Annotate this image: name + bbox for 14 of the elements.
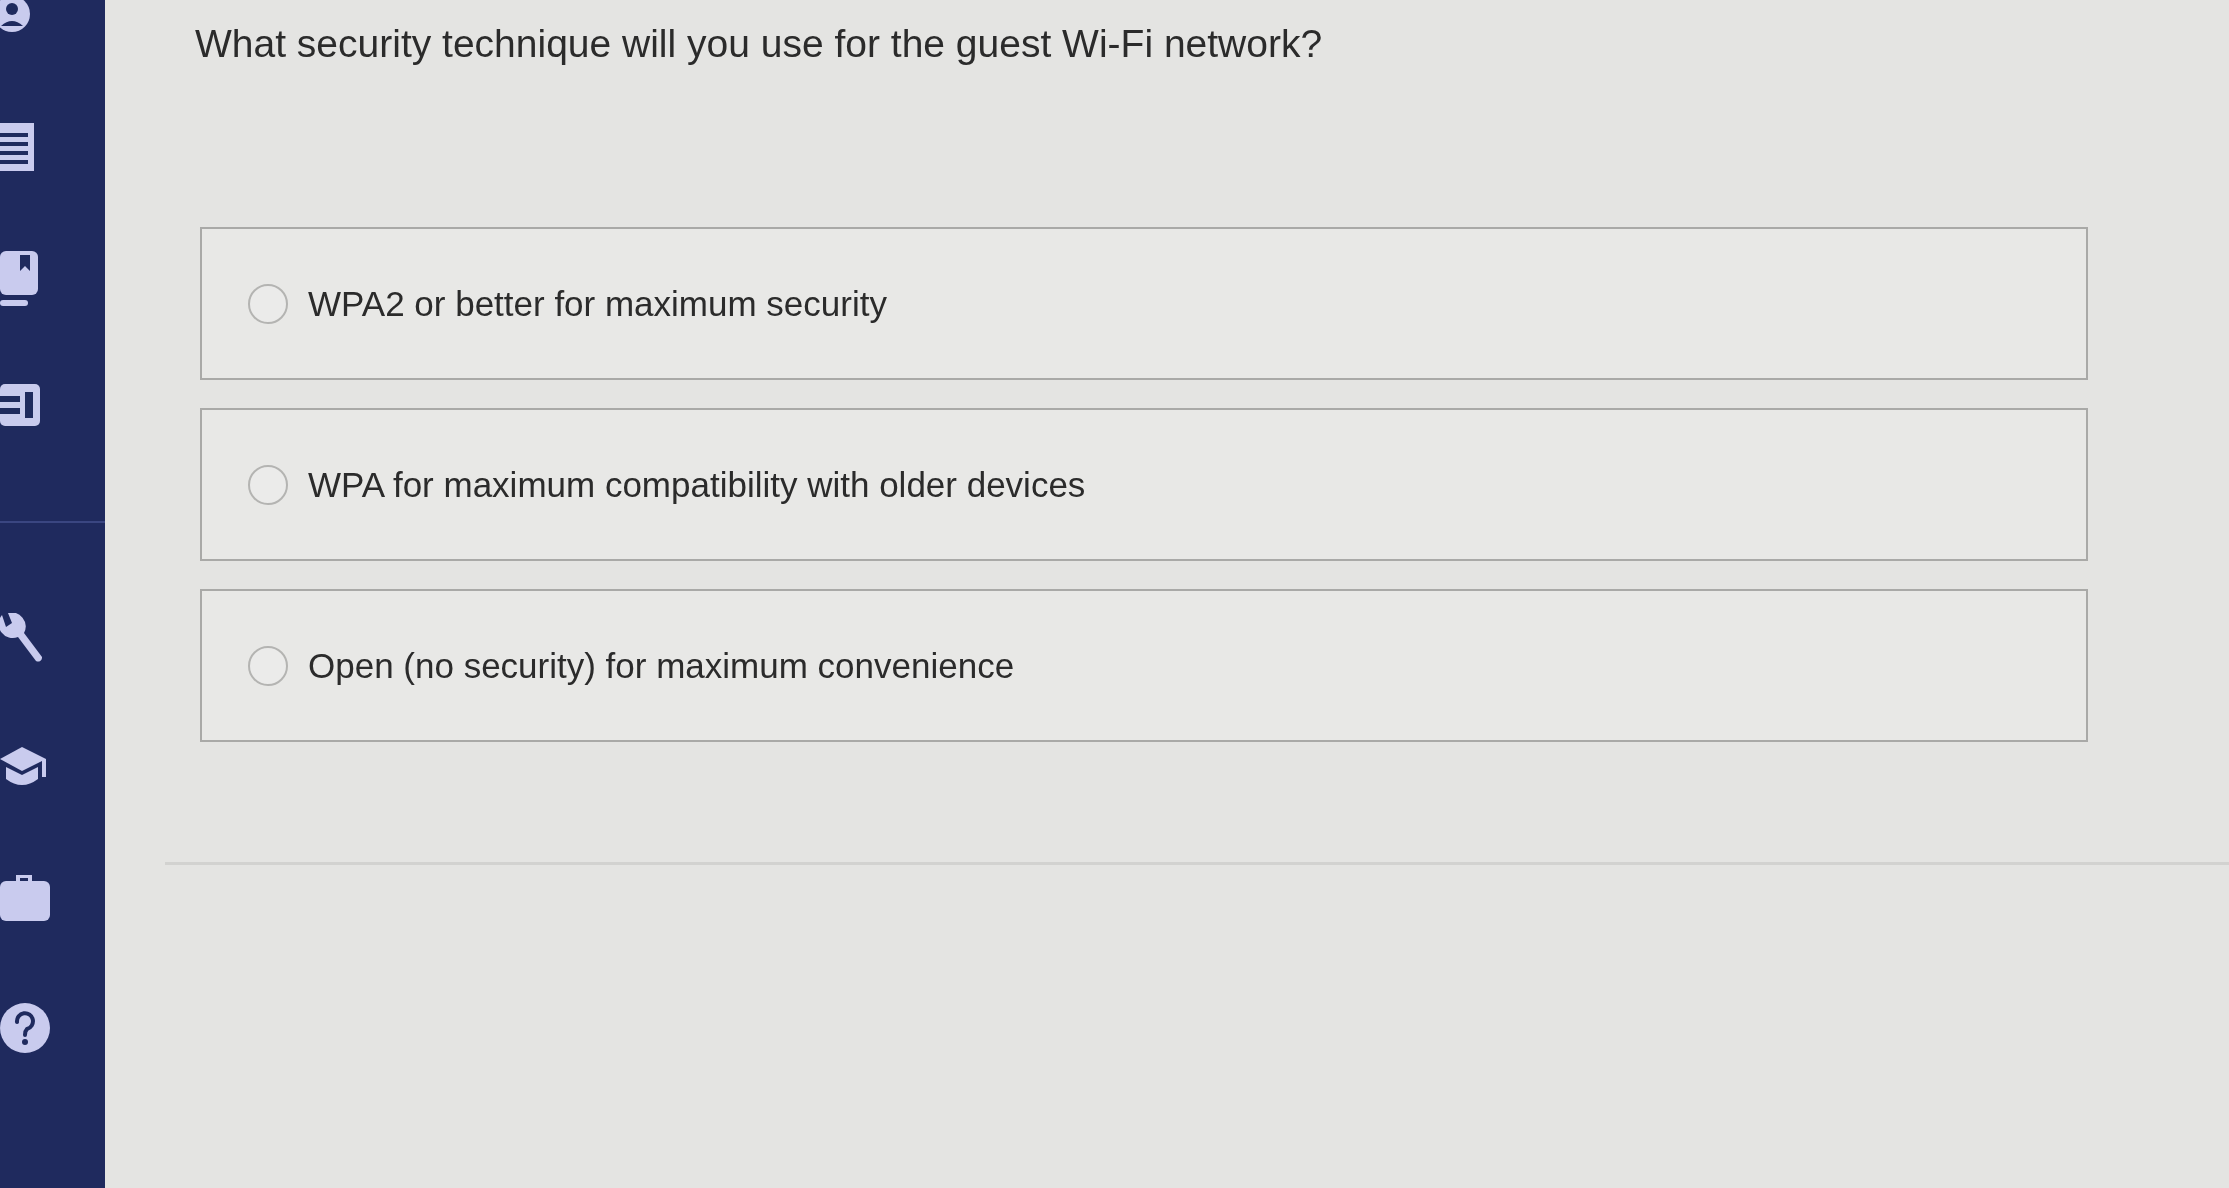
document-icon[interactable] [0,123,34,171]
option-label: WPA for maximum compatibility with older devices [308,463,1086,506]
answer-option[interactable]: WPA for maximum compatibility with older devices [200,408,2088,561]
option-label: Open (no security) for maximum convenience [308,644,1015,687]
question-text: What security technique will you use for the guest Wi-Fi network? [195,21,1323,67]
option-label: WPA2 or better for maximum security [308,282,887,325]
radio-button[interactable] [248,645,288,686]
book-icon[interactable] [0,251,38,307]
radio-button[interactable] [248,283,288,324]
help-icon[interactable] [0,1003,50,1053]
answer-option[interactable]: Open (no security) for maximum convenience [200,589,2088,742]
answer-option[interactable]: WPA2 or better for maximum security [200,227,2088,380]
radio-button[interactable] [248,464,288,505]
list-panel-icon[interactable] [0,384,40,426]
